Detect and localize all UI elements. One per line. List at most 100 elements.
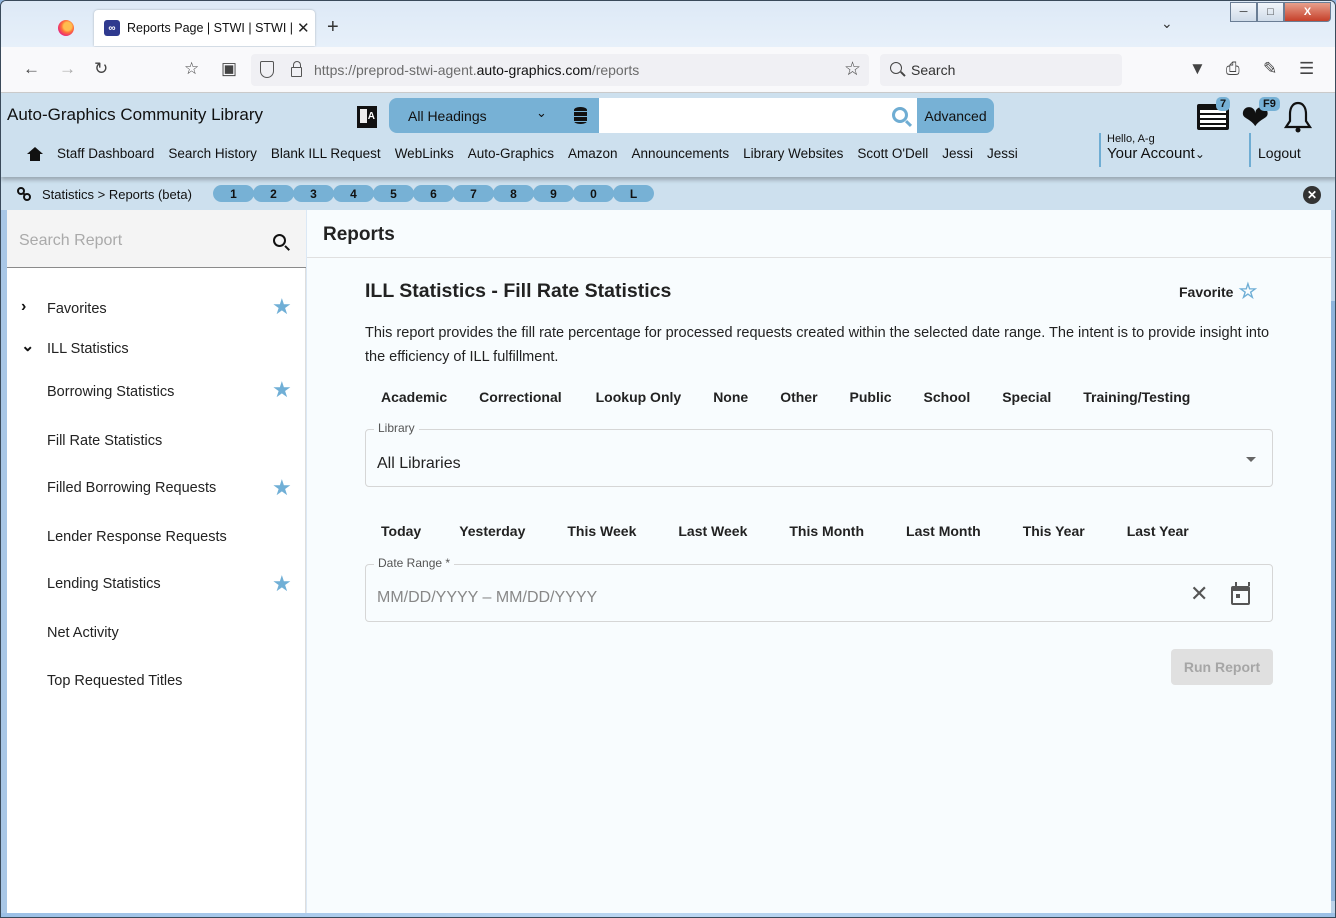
share-icon[interactable]: ▣: [221, 59, 237, 79]
quick-key-9[interactable]: 9: [533, 185, 574, 202]
close-tab-icon[interactable]: ✕: [297, 19, 310, 37]
quick-key-5[interactable]: 5: [373, 185, 414, 202]
date-preset-last-month[interactable]: Last Month: [880, 516, 997, 546]
quick-key-3[interactable]: 3: [293, 185, 334, 202]
nav-link-scott-odell[interactable]: Scott O'Dell: [857, 146, 928, 161]
sidebar-item-borrowing-statistics[interactable]: Borrowing Statistics ★: [7, 375, 306, 411]
scrollbar-thumb[interactable]: [1331, 301, 1335, 901]
menu-icon[interactable]: ☰: [1299, 59, 1314, 79]
lock-icon[interactable]: [291, 61, 302, 77]
nav-link-weblinks[interactable]: WebLinks: [395, 146, 454, 161]
date-preset-this-week[interactable]: This Week: [541, 516, 652, 546]
home-icon[interactable]: [27, 146, 43, 161]
calendar-icon[interactable]: [1231, 582, 1250, 605]
library-type-school[interactable]: School: [908, 382, 987, 412]
reload-icon[interactable]: ↻: [94, 59, 108, 79]
star-filled-icon[interactable]: ★: [272, 377, 292, 403]
quick-key-1[interactable]: 1: [213, 185, 254, 202]
nav-link-staff-dashboard[interactable]: Staff Dashboard: [57, 146, 154, 161]
browser-tab-active[interactable]: ∞ Reports Page | STWI | STWI | Auto-Grap…: [94, 10, 315, 46]
breadcrumb[interactable]: Statistics > Reports (beta): [42, 187, 192, 202]
shield-icon[interactable]: [260, 61, 274, 78]
close-icon[interactable]: ✕: [1303, 186, 1321, 204]
pocket-icon[interactable]: ▼: [1189, 59, 1206, 79]
nav-link-search-history[interactable]: Search History: [168, 146, 257, 161]
library-type-special[interactable]: Special: [986, 382, 1067, 412]
close-window-button[interactable]: X: [1284, 2, 1331, 22]
sidebar-item-lender-response-requests[interactable]: Lender Response Requests: [7, 520, 306, 556]
url-text[interactable]: https://preprod-stwi-agent.auto-graphics…: [314, 62, 639, 78]
nav-link-jessi[interactable]: Jessi: [942, 146, 973, 161]
star-outline-icon[interactable]: ☆: [1238, 281, 1257, 302]
library-type-correctional[interactable]: Correctional: [463, 382, 577, 412]
database-icon[interactable]: [574, 107, 587, 124]
date-range-field[interactable]: Date Range * MM/DD/YYYY – MM/DD/YYYY ✕: [365, 556, 1273, 622]
language-icon[interactable]: A: [357, 106, 377, 128]
extensions-icon[interactable]: ✎: [1263, 59, 1277, 79]
advanced-search-button[interactable]: Advanced: [917, 98, 994, 133]
list-all-tabs-icon[interactable]: ⌄: [1161, 15, 1173, 32]
date-preset-this-year[interactable]: This Year: [997, 516, 1101, 546]
sidebar-item-fill-rate-statistics[interactable]: Fill Rate Statistics: [7, 424, 306, 460]
chevron-down-icon[interactable]: ⌄: [21, 336, 34, 356]
maximize-button[interactable]: □: [1257, 2, 1284, 22]
catalog-search-input[interactable]: [599, 98, 917, 133]
quick-key-l[interactable]: L: [613, 185, 654, 202]
run-report-button[interactable]: Run Report: [1171, 649, 1273, 685]
new-tab-button[interactable]: +: [327, 16, 339, 39]
nav-link-auto-graphics[interactable]: Auto-Graphics: [468, 146, 554, 161]
clear-icon[interactable]: ✕: [1190, 583, 1208, 605]
sidebar-group-favorites[interactable]: › Favorites ★: [7, 292, 306, 328]
date-preset-this-month[interactable]: This Month: [763, 516, 880, 546]
date-preset-last-year[interactable]: Last Year: [1101, 516, 1205, 546]
library-select[interactable]: Library All Libraries: [365, 421, 1273, 487]
library-type-academic[interactable]: Academic: [365, 382, 463, 412]
sidebar-item-lending-statistics[interactable]: Lending Statistics ★: [7, 567, 306, 603]
search-scope-select[interactable]: All Headings ⌄: [389, 98, 599, 133]
bookmarks-tray-icon[interactable]: ☆: [184, 59, 199, 79]
print-icon[interactable]: ⎙: [1226, 59, 1240, 79]
browser-search-bar[interactable]: Search: [880, 54, 1122, 86]
sidebar-item-net-activity[interactable]: Net Activity: [7, 616, 306, 652]
nav-link-jessi-2[interactable]: Jessi: [987, 146, 1018, 161]
quick-key-7[interactable]: 7: [453, 185, 494, 202]
quick-key-4[interactable]: 4: [333, 185, 374, 202]
firefox-icon[interactable]: [58, 20, 74, 36]
quick-key-6[interactable]: 6: [413, 185, 454, 202]
nav-link-announcements[interactable]: Announcements: [632, 146, 730, 161]
search-icon[interactable]: [892, 107, 908, 123]
quick-key-0[interactable]: 0: [573, 185, 614, 202]
library-name[interactable]: Auto-Graphics Community Library: [7, 105, 263, 125]
quick-key-2[interactable]: 2: [253, 185, 294, 202]
favorite-button[interactable]: Favorite ☆: [1179, 281, 1257, 302]
star-filled-icon[interactable]: ★: [272, 294, 292, 320]
nav-link-library-websites[interactable]: Library Websites: [743, 146, 843, 161]
nav-link-amazon[interactable]: Amazon: [568, 146, 618, 161]
star-filled-icon[interactable]: ★: [272, 475, 292, 501]
report-search-input[interactable]: [19, 232, 249, 250]
url-bar[interactable]: https://preprod-stwi-agent.auto-graphics…: [251, 54, 869, 86]
library-type-training-testing[interactable]: Training/Testing: [1067, 382, 1206, 412]
library-type-other[interactable]: Other: [764, 382, 833, 412]
account-menu[interactable]: Hello, A-g Your Account⌄: [1099, 133, 1205, 167]
back-arrow-icon[interactable]: ←: [23, 59, 40, 79]
dropdown-arrow-icon[interactable]: [1246, 457, 1256, 462]
date-preset-today[interactable]: Today: [365, 516, 437, 546]
star-filled-icon[interactable]: ★: [272, 571, 292, 597]
date-preset-yesterday[interactable]: Yesterday: [437, 516, 541, 546]
library-type-lookup-only[interactable]: Lookup Only: [578, 382, 698, 412]
forward-arrow-icon[interactable]: →: [59, 59, 76, 79]
nav-link-blank-ill-request[interactable]: Blank ILL Request: [271, 146, 381, 161]
quick-key-8[interactable]: 8: [493, 185, 534, 202]
library-type-none[interactable]: None: [697, 382, 764, 412]
date-preset-last-week[interactable]: Last Week: [652, 516, 763, 546]
sidebar-item-filled-borrowing-requests[interactable]: Filled Borrowing Requests ★: [7, 471, 306, 507]
search-icon[interactable]: [273, 234, 286, 247]
logout-link[interactable]: Logout: [1249, 133, 1301, 167]
chevron-right-icon[interactable]: ›: [21, 298, 26, 316]
bookmark-star-icon[interactable]: ☆: [844, 58, 861, 81]
library-type-public[interactable]: Public: [834, 382, 908, 412]
bell-icon[interactable]: [1284, 101, 1312, 133]
minimize-button[interactable]: ─: [1230, 2, 1257, 22]
sidebar-item-top-requested-titles[interactable]: Top Requested Titles: [7, 664, 306, 700]
